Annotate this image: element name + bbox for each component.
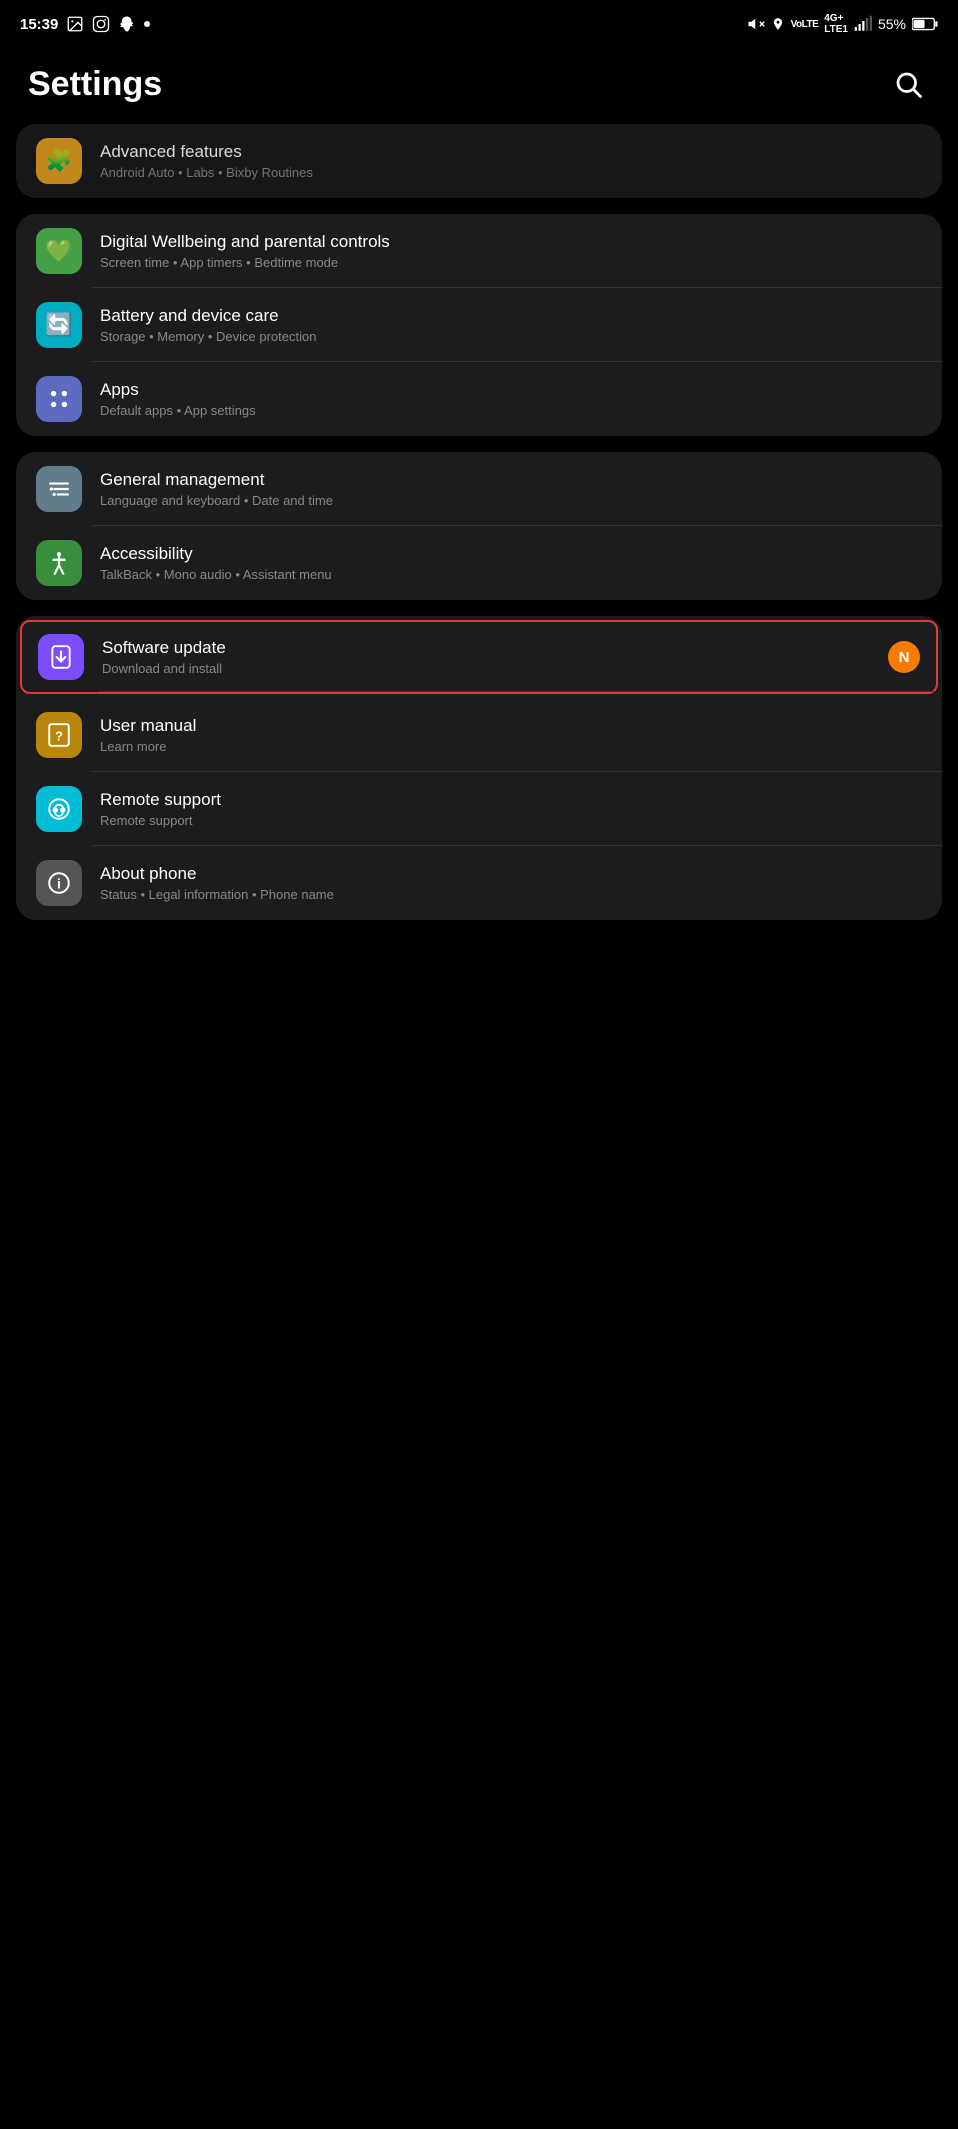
volte-indicator: VoLTE	[791, 19, 819, 30]
remote-support-title: Remote support	[100, 790, 922, 810]
digital-wellbeing-icon: 💚	[36, 228, 82, 274]
svg-text:i: i	[57, 875, 61, 891]
accessibility-item[interactable]: Accessibility TalkBack • Mono audio • As…	[16, 526, 942, 600]
battery-care-title: Battery and device care	[100, 306, 922, 326]
advanced-features-icon: 🧩	[36, 138, 82, 184]
battery-care-item[interactable]: 🔄 Battery and device care Storage • Memo…	[16, 288, 942, 362]
search-button[interactable]	[886, 62, 930, 106]
user-manual-item[interactable]: ? User manual Learn more	[16, 698, 942, 772]
general-management-title: General management	[100, 470, 922, 490]
search-icon	[893, 69, 923, 99]
software-update-subtitle: Download and install	[102, 661, 878, 676]
apps-title: Apps	[100, 380, 922, 400]
signal-icon	[854, 15, 872, 33]
update-badge: N	[888, 641, 920, 673]
user-manual-subtitle: Learn more	[100, 739, 922, 754]
settings-group-2: General management Language and keyboard…	[16, 452, 942, 600]
user-manual-text: User manual Learn more	[100, 716, 922, 754]
battery-percent: 55%	[878, 16, 906, 32]
accessibility-title: Accessibility	[100, 544, 922, 564]
status-icons: VoLTE 4G+LTE1 55%	[747, 13, 938, 35]
advanced-features-item[interactable]: 🧩 Advanced features Android Auto • Labs …	[16, 124, 942, 198]
apps-item[interactable]: Apps Default apps • App settings	[16, 362, 942, 436]
advanced-features-title: Advanced features	[100, 142, 922, 162]
instagram-icon	[92, 15, 110, 33]
apps-text: Apps Default apps • App settings	[100, 380, 922, 418]
general-management-icon	[36, 466, 82, 512]
remote-support-icon	[36, 786, 82, 832]
software-update-text: Software update Download and install	[102, 638, 878, 676]
about-phone-text: About phone Status • Legal information •…	[100, 864, 922, 902]
digital-wellbeing-title: Digital Wellbeing and parental controls	[100, 232, 922, 252]
apps-subtitle: Default apps • App settings	[100, 403, 922, 418]
dot-indicator	[144, 21, 150, 27]
accessibility-icon	[36, 540, 82, 586]
battery-care-subtitle: Storage • Memory • Device protection	[100, 329, 922, 344]
about-phone-subtitle: Status • Legal information • Phone name	[100, 887, 922, 902]
svg-text:?: ?	[55, 728, 63, 743]
about-phone-item[interactable]: i About phone Status • Legal information…	[16, 846, 942, 920]
user-manual-title: User manual	[100, 716, 922, 736]
network-indicator: 4G+LTE1	[824, 13, 848, 35]
general-management-subtitle: Language and keyboard • Date and time	[100, 493, 922, 508]
accessibility-text: Accessibility TalkBack • Mono audio • As…	[100, 544, 922, 582]
status-time: 15:39	[20, 15, 150, 33]
location-icon	[771, 15, 785, 33]
about-phone-icon: i	[36, 860, 82, 906]
remote-support-item[interactable]: Remote support Remote support	[16, 772, 942, 846]
advanced-features-text: Advanced features Android Auto • Labs • …	[100, 142, 922, 180]
status-bar: 15:39 VoLTE 4G+LTE1 55%	[0, 0, 958, 44]
settings-group-3: Software update Download and install N ?…	[16, 616, 942, 920]
digital-wellbeing-subtitle: Screen time • App timers • Bedtime mode	[100, 255, 922, 270]
battery-care-icon: 🔄	[36, 302, 82, 348]
gallery-icon	[66, 15, 84, 33]
battery-icon	[912, 17, 938, 31]
battery-care-text: Battery and device care Storage • Memory…	[100, 306, 922, 344]
remote-support-text: Remote support Remote support	[100, 790, 922, 828]
software-update-item[interactable]: Software update Download and install N	[20, 620, 938, 694]
time-display: 15:39	[20, 16, 58, 33]
page-title: Settings	[28, 65, 162, 104]
header: Settings	[0, 44, 958, 124]
digital-wellbeing-text: Digital Wellbeing and parental controls …	[100, 232, 922, 270]
software-update-icon	[38, 634, 84, 680]
apps-icon	[36, 376, 82, 422]
advanced-features-subtitle: Android Auto • Labs • Bixby Routines	[100, 165, 922, 180]
general-management-text: General management Language and keyboard…	[100, 470, 922, 508]
accessibility-subtitle: TalkBack • Mono audio • Assistant menu	[100, 567, 922, 582]
settings-group-1: 💚 Digital Wellbeing and parental control…	[16, 214, 942, 436]
mute-icon	[747, 15, 765, 33]
digital-wellbeing-item[interactable]: 💚 Digital Wellbeing and parental control…	[16, 214, 942, 288]
about-phone-title: About phone	[100, 864, 922, 884]
user-manual-icon: ?	[36, 712, 82, 758]
software-update-title: Software update	[102, 638, 878, 658]
snapchat-icon	[118, 15, 136, 33]
general-management-item[interactable]: General management Language and keyboard…	[16, 452, 942, 526]
remote-support-subtitle: Remote support	[100, 813, 922, 828]
